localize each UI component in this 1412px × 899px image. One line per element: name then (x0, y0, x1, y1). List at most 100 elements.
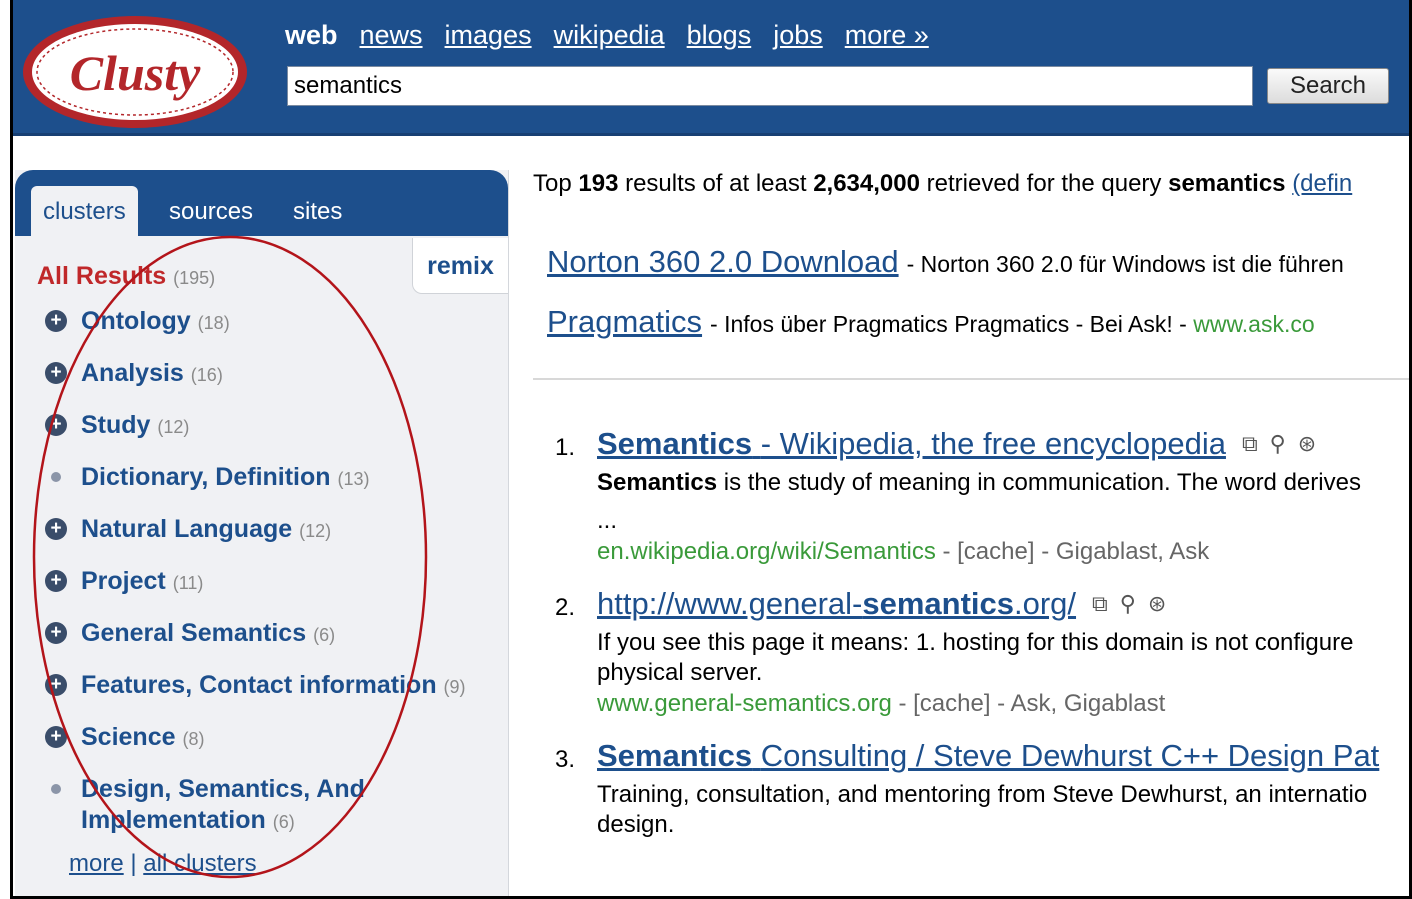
all-results-label: All Results (37, 262, 167, 290)
cluster-sidebar: clusters sources sites remix All Results… (15, 170, 509, 896)
cluster-item[interactable]: + Study (12) (45, 410, 505, 462)
result-title[interactable]: Semantics - Wikipedia, the free encyclop… (597, 426, 1379, 462)
cluster-item[interactable]: + Science (8) (45, 722, 505, 774)
cluster-name: Study (81, 411, 151, 439)
new-window-icon[interactable]: ⧉ (1092, 591, 1108, 617)
result-item: 3. Semantics Consulting / Steve Dewhurst… (555, 738, 1379, 842)
plus-icon: + (45, 518, 67, 540)
expand-plus-icon[interactable]: + (45, 566, 81, 596)
nav-wikipedia[interactable]: wikipedia (554, 20, 665, 51)
sponsored-title[interactable]: Pragmatics (547, 304, 702, 340)
cluster-label: Natural Language (12) (81, 514, 331, 547)
result-meta: en.wikipedia.org/wiki/Semantics - [cache… (597, 538, 1210, 565)
cluster-item[interactable]: + Natural Language (12) (45, 514, 505, 566)
cluster-item[interactable]: Design, Semantics, And Implementation (6… (45, 774, 505, 854)
clusters-icon[interactable]: ⊛ (1148, 591, 1166, 617)
expand-plus-icon[interactable]: + (45, 358, 81, 388)
svg-text:Clusty: Clusty (70, 45, 201, 101)
cluster-name: Ontology (81, 307, 191, 335)
divider (533, 378, 1409, 380)
plus-icon: + (45, 726, 67, 748)
all-clusters-link[interactable]: all clusters (143, 850, 256, 877)
sidebar-tabbar: clusters sources sites (15, 170, 508, 238)
result-number: 1. (555, 434, 576, 461)
expand-plus-icon[interactable]: + (45, 306, 81, 336)
result-item: 2. http://www.general-semantics.org/ ⧉ ⚲… (555, 586, 1379, 718)
expand-plus-icon[interactable]: + (45, 514, 81, 544)
header: Clusty web news images wikipedia blogs j… (13, 0, 1409, 136)
cluster-name: Dictionary, Definition (81, 463, 331, 491)
cluster-name: Design, Semantics, And Implementation (81, 775, 365, 834)
cluster-label: Science (8) (81, 722, 204, 755)
result-snippet: Semantics is the study of meaning in com… (597, 469, 1361, 496)
cluster-item[interactable]: + Features, Contact information (9) (45, 670, 505, 722)
cluster-more-row: more | all clusters (69, 850, 257, 877)
clusty-logo[interactable]: Clusty (19, 12, 251, 132)
result-title[interactable]: Semantics Consulting / Steve Dewhurst C+… (597, 738, 1379, 774)
browser-frame: Clusty web news images wikipedia blogs j… (10, 0, 1412, 899)
result-number: 3. (555, 746, 576, 773)
cluster-label: General Semantics (6) (81, 618, 335, 651)
plus-icon: + (45, 674, 67, 696)
result-snippet-more: physical server. (597, 659, 763, 686)
plus-icon: + (45, 362, 67, 384)
tab-sites[interactable]: sites (293, 198, 342, 226)
tab-sources[interactable]: sources (169, 198, 253, 226)
result-title[interactable]: http://www.general-semantics.org/ ⧉ ⚲ ⊛ (597, 586, 1379, 622)
sponsored-url[interactable]: www.ask.co (1193, 311, 1314, 338)
tab-clusters[interactable]: clusters (31, 186, 138, 238)
cluster-item[interactable]: Dictionary, Definition (13) (45, 462, 505, 514)
nav-blogs[interactable]: blogs (687, 20, 752, 51)
nav-jobs[interactable]: jobs (773, 20, 823, 51)
all-results-count: (195) (173, 268, 216, 288)
plus-icon: + (45, 414, 67, 436)
nav-web[interactable]: web (285, 20, 338, 51)
cluster-label: Design, Semantics, And Implementation (6… (81, 774, 505, 838)
more-clusters-link[interactable]: more (69, 850, 124, 877)
search-button[interactable]: Search (1267, 68, 1389, 104)
vertical-nav: web news images wikipedia blogs jobs mor… (285, 20, 929, 51)
definition-link[interactable]: (defin (1292, 170, 1352, 197)
cluster-name: Project (81, 567, 166, 595)
cluster-item[interactable]: + Project (11) (45, 566, 505, 618)
new-window-icon[interactable]: ⧉ (1242, 431, 1258, 457)
cluster-count: (16) (190, 365, 223, 385)
cluster-count: (9) (443, 677, 466, 697)
cluster-count: (8) (182, 729, 205, 749)
cluster-count: (12) (157, 417, 190, 437)
preview-magnifier-icon[interactable]: ⚲ (1120, 591, 1136, 617)
cluster-count: (11) (172, 573, 204, 593)
expand-plus-icon[interactable]: + (45, 410, 81, 440)
search-input[interactable] (287, 66, 1253, 106)
dot-icon (51, 472, 61, 482)
nav-news[interactable]: news (360, 20, 423, 51)
clusters-icon[interactable]: ⊛ (1298, 431, 1316, 457)
cluster-item[interactable]: + Ontology (18) (45, 306, 505, 358)
cluster-item[interactable]: + Analysis (16) (45, 358, 505, 410)
result-meta: www.general-semantics.org - [cache] - As… (597, 690, 1166, 717)
cluster-name: Science (81, 723, 176, 751)
result-url[interactable]: en.wikipedia.org/wiki/Semantics (597, 538, 936, 565)
expand-plus-icon[interactable]: + (45, 722, 81, 752)
cache-link[interactable]: [cache] (957, 538, 1034, 565)
bullet-icon (45, 774, 81, 804)
expand-plus-icon[interactable]: + (45, 618, 81, 648)
sponsored-title[interactable]: Norton 360 2.0 Download (547, 244, 899, 280)
cluster-name: General Semantics (81, 619, 307, 647)
sponsored-item: Pragmatics - Infos über Pragmatics Pragm… (547, 304, 1315, 340)
cluster-count: (6) (272, 812, 295, 832)
cluster-item[interactable]: + General Semantics (6) (45, 618, 505, 670)
nav-images[interactable]: images (445, 20, 532, 51)
cache-link[interactable]: [cache] (913, 690, 990, 717)
result-url[interactable]: www.general-semantics.org (597, 690, 892, 717)
cluster-label: Study (12) (81, 410, 189, 443)
preview-magnifier-icon[interactable]: ⚲ (1270, 431, 1286, 457)
all-results-link[interactable]: All Results (195) (37, 262, 215, 291)
result-tools: ⧉ ⚲ ⊛ (1242, 431, 1316, 457)
cluster-label: Dictionary, Definition (13) (81, 462, 370, 495)
result-number: 2. (555, 594, 576, 621)
cluster-list: + Ontology (18) + Analysis (16) + Study (12) D… (45, 306, 505, 854)
remix-button[interactable]: remix (412, 238, 508, 294)
nav-more[interactable]: more » (845, 20, 929, 51)
expand-plus-icon[interactable]: + (45, 670, 81, 700)
